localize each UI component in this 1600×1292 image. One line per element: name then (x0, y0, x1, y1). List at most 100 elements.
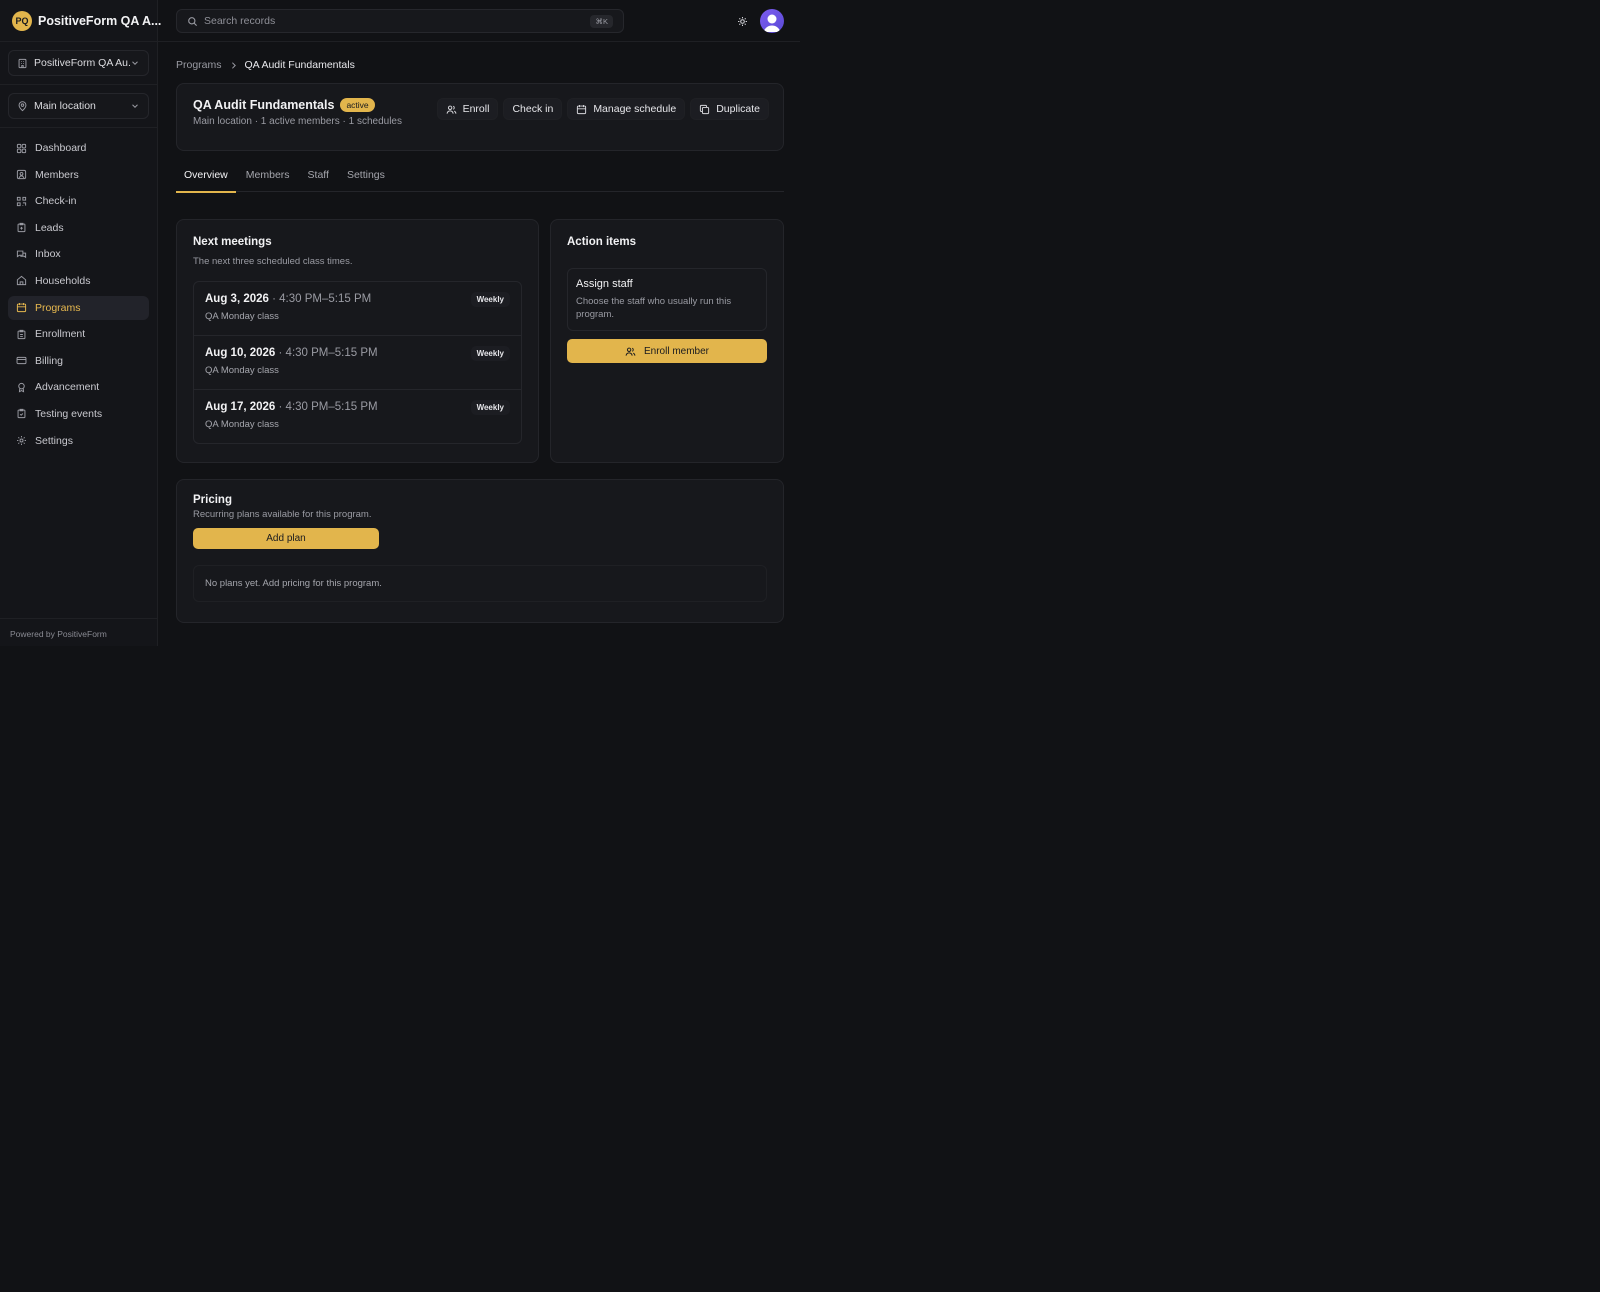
tab-settings[interactable]: Settings (339, 169, 393, 192)
sidebar-item-label: Households (35, 274, 91, 287)
meeting-name: QA Monday class (205, 419, 279, 430)
meeting-time: · 4:30 PM–5:15 PM (268, 293, 372, 305)
meeting-time: · 4:30 PM–5:15 PM (275, 401, 378, 413)
theme-toggle-button[interactable] (734, 13, 750, 29)
sidebar-item-dashboard[interactable]: Dashboard (8, 136, 149, 160)
meeting-time: · 4:30 PM–5:15 PM (275, 347, 378, 359)
chevron-down-icon (132, 61, 138, 65)
search-placeholder: Search records (204, 15, 276, 27)
home-icon (16, 276, 27, 286)
program-actions: Enroll Check in Manage schedule Duplicat… (436, 98, 769, 120)
clipboard-check-icon (17, 409, 26, 419)
recurrence-badge: Weekly (470, 292, 510, 307)
gear-icon (17, 436, 26, 445)
enroll-member-label: Enroll member (643, 345, 710, 357)
pricing-empty-state: No plans yet. Add pricing for this progr… (193, 565, 767, 602)
copy-icon (700, 104, 710, 114)
program-header-card: QA Audit Fundamentals active Main locati… (176, 83, 784, 151)
recurrence-badge: Weekly (470, 400, 510, 415)
meeting-date: Aug 10, 2026 (205, 347, 276, 359)
sidebar-item-inbox[interactable]: Inbox (8, 242, 149, 266)
sidebar-item-programs[interactable]: Programs (8, 295, 149, 320)
avatar[interactable] (760, 9, 784, 33)
sidebar-item-label: Testing events (35, 407, 103, 420)
recurrence-badge: Weekly (470, 346, 510, 361)
sidebar-item-label: Check-in (35, 195, 77, 208)
users-icon (446, 105, 457, 114)
sidebar-item-members[interactable]: Members (8, 163, 149, 187)
sidebar-item-label: Settings (35, 434, 73, 447)
list-item[interactable]: Aug 10, 2026 · 4:30 PM–5:15 PM QA Monday… (194, 336, 521, 390)
pricing-description: Recurring plans available for this progr… (193, 509, 372, 520)
sidebar-item-settings[interactable]: Settings (8, 429, 149, 453)
sidebar-item-label: Dashboard (35, 142, 87, 154)
search-input[interactable]: Search records ⌘K (176, 9, 624, 33)
sidebar-item-label: Members (35, 168, 79, 181)
user-avatar-icon (763, 14, 781, 32)
topbar: Search records ⌘K (158, 0, 800, 42)
members-icon (16, 169, 27, 180)
location-selector-value: Main location (34, 100, 96, 112)
next-meetings-card: Next meetings The next three scheduled c… (176, 219, 539, 463)
add-plan-button[interactable]: Add plan (193, 528, 379, 549)
breadcrumb: Programs QA Audit Fundamentals (176, 59, 784, 71)
sidebar-item-check-in[interactable]: Check-in (8, 189, 149, 213)
sidebar-item-households[interactable]: Households (8, 269, 149, 293)
assign-staff-item[interactable]: Assign staff Choose the staff who usuall… (567, 268, 767, 331)
calendar-icon (577, 104, 587, 114)
breadcrumb-current: QA Audit Fundamentals (244, 59, 355, 71)
dashboard-icon (16, 143, 27, 153)
tab-members[interactable]: Members (238, 169, 298, 192)
sidebar-item-label: Enrollment (35, 328, 86, 341)
sidebar-item-billing[interactable]: Billing (8, 349, 149, 373)
credit-card-icon (16, 357, 27, 365)
list-item[interactable]: Aug 17, 2026 · 4:30 PM–5:15 PM QA Monday… (194, 390, 521, 443)
brand[interactable]: PQ PositiveForm QA A... (0, 0, 161, 42)
search-icon (188, 16, 198, 26)
meetings-list: Aug 3, 2026 · 4:30 PM–5:15 PM QA Monday … (193, 281, 522, 444)
map-pin-icon (18, 100, 27, 111)
page-title: QA Audit Fundamentals (193, 98, 335, 112)
brand-name: PositiveForm QA A... (38, 13, 162, 28)
sidebar-item-enrollment[interactable]: Enrollment (8, 322, 149, 346)
clipboard-icon (17, 329, 26, 339)
meeting-date: Aug 17, 2026 (205, 401, 276, 413)
pricing-title: Pricing (193, 494, 232, 506)
list-item[interactable]: Aug 3, 2026 · 4:30 PM–5:15 PM QA Monday … (194, 282, 521, 336)
next-meetings-title: Next meetings (193, 236, 272, 248)
award-icon (18, 382, 25, 393)
enroll-member-button[interactable]: Enroll member (567, 339, 767, 363)
next-meetings-description: The next three scheduled class times. (193, 256, 353, 267)
sidebar-item-label: Advancement (35, 381, 100, 394)
sidebar: PQ PositiveForm QA A... PositiveForm QA … (0, 0, 161, 646)
assign-staff-description: Choose the staff who usually run this pr… (576, 296, 732, 320)
tab-staff[interactable]: Staff (300, 169, 337, 192)
calendar-icon (16, 303, 27, 313)
enroll-button-label: Enroll (462, 103, 490, 115)
location-selector[interactable]: Main location (8, 93, 149, 119)
sidebar-item-testing-events[interactable]: Testing events (8, 402, 149, 426)
tab-overview[interactable]: Overview (176, 169, 236, 193)
check-in-button[interactable]: Check in (503, 98, 563, 120)
duplicate-button[interactable]: Duplicate (690, 98, 769, 120)
meeting-name: QA Monday class (205, 311, 279, 322)
brand-logo: PQ (12, 10, 32, 31)
org-selector[interactable]: PositiveForm QA Au... (8, 50, 149, 76)
check-in-button-label: Check in (512, 103, 554, 115)
leads-icon (17, 223, 26, 233)
meeting-date: Aug 3, 2026 (205, 293, 269, 305)
sidebar-item-leads[interactable]: Leads (8, 216, 149, 240)
breadcrumb-programs[interactable]: Programs (176, 59, 222, 71)
sidebar-item-label: Leads (35, 221, 64, 234)
sidebar-item-label: Inbox (35, 248, 61, 261)
check-in-icon (16, 196, 27, 206)
chevron-down-icon (132, 104, 138, 108)
enroll-button[interactable]: Enroll (436, 98, 499, 120)
sidebar-item-advancement[interactable]: Advancement (8, 375, 149, 399)
org-selector-value: PositiveForm QA Au... (34, 57, 130, 69)
status-badge: active (340, 98, 375, 112)
building-icon (18, 58, 27, 68)
manage-schedule-button[interactable]: Manage schedule (567, 98, 686, 120)
sidebar-item-label: Programs (35, 301, 81, 314)
action-items-title: Action items (567, 236, 637, 248)
